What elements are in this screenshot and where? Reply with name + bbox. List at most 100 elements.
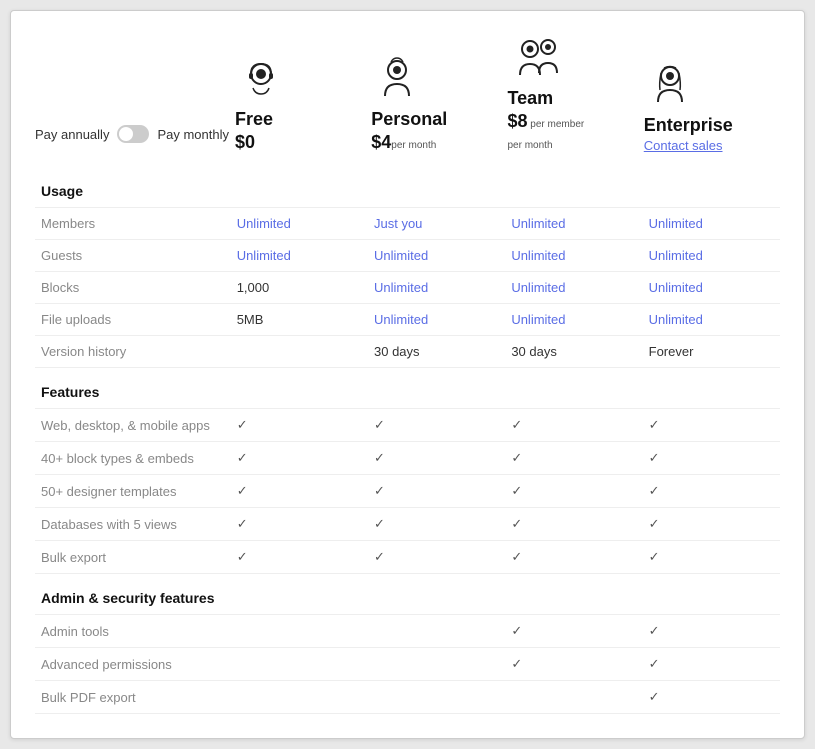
free-plan-price: $0 bbox=[235, 132, 255, 153]
row-label: Members bbox=[35, 208, 231, 240]
personal-plan-name: Personal bbox=[371, 109, 447, 130]
row-value-0: 5MB bbox=[231, 304, 368, 336]
row-value-3: ✓ bbox=[643, 648, 780, 681]
row-value-2 bbox=[505, 681, 642, 714]
row-label: 50+ designer templates bbox=[35, 475, 231, 508]
row-value-3: ✓ bbox=[643, 475, 780, 508]
row-value-1: Just you bbox=[368, 208, 505, 240]
row-value-3: ✓ bbox=[643, 615, 780, 648]
pay-monthly-label: Pay monthly bbox=[157, 127, 229, 142]
row-value-3: Unlimited bbox=[643, 272, 780, 304]
row-value-0: ✓ bbox=[231, 541, 368, 574]
row-value-1: ✓ bbox=[368, 541, 505, 574]
row-value-0: ✓ bbox=[231, 442, 368, 475]
row-value-3: Forever bbox=[643, 336, 780, 368]
free-plan-name: Free bbox=[235, 109, 273, 130]
row-value-1: Unlimited bbox=[368, 304, 505, 336]
table-row: MembersUnlimitedJust youUnlimitedUnlimit… bbox=[35, 208, 780, 240]
row-value-3: ✓ bbox=[643, 508, 780, 541]
section-header-features: Features bbox=[35, 368, 780, 409]
row-value-2: ✓ bbox=[505, 541, 642, 574]
row-label: Advanced permissions bbox=[35, 648, 231, 681]
row-value-1 bbox=[368, 615, 505, 648]
row-value-1: ✓ bbox=[368, 409, 505, 442]
row-value-0 bbox=[231, 681, 368, 714]
row-value-3: Unlimited bbox=[643, 240, 780, 272]
row-value-2: 30 days bbox=[505, 336, 642, 368]
row-value-0 bbox=[231, 336, 368, 368]
row-value-0: Unlimited bbox=[231, 208, 368, 240]
row-value-0: ✓ bbox=[231, 409, 368, 442]
enterprise-avatar bbox=[644, 58, 696, 115]
row-value-1 bbox=[368, 648, 505, 681]
row-value-0: 1,000 bbox=[231, 272, 368, 304]
free-avatar bbox=[235, 52, 287, 109]
row-value-3: ✓ bbox=[643, 442, 780, 475]
row-value-3: ✓ bbox=[643, 409, 780, 442]
row-value-0: Unlimited bbox=[231, 240, 368, 272]
table-row: Admin tools ✓✓ bbox=[35, 615, 780, 648]
pay-annually-label: Pay annually bbox=[35, 127, 109, 142]
row-value-2: ✓ bbox=[505, 442, 642, 475]
row-label: Bulk export bbox=[35, 541, 231, 574]
plan-header-row: Pay annually Pay monthly Free $0 bbox=[35, 31, 780, 159]
row-value-1: ✓ bbox=[368, 475, 505, 508]
personal-plan-price: $4per month bbox=[371, 132, 436, 153]
table-row: Bulk PDF export ✓ bbox=[35, 681, 780, 714]
row-value-1: ✓ bbox=[368, 508, 505, 541]
row-value-2: ✓ bbox=[505, 409, 642, 442]
row-label: Databases with 5 views bbox=[35, 508, 231, 541]
row-value-3: Unlimited bbox=[643, 208, 780, 240]
toggle-area: Pay annually Pay monthly bbox=[35, 125, 235, 159]
table-row: Blocks1,000UnlimitedUnlimitedUnlimited bbox=[35, 272, 780, 304]
row-value-3: Unlimited bbox=[643, 304, 780, 336]
row-label: Guests bbox=[35, 240, 231, 272]
row-value-1: Unlimited bbox=[368, 240, 505, 272]
billing-toggle-row: Pay annually Pay monthly bbox=[35, 125, 235, 143]
table-row: 40+ block types & embeds✓✓✓✓ bbox=[35, 442, 780, 475]
row-value-1: 30 days bbox=[368, 336, 505, 368]
row-value-2: Unlimited bbox=[505, 304, 642, 336]
plan-enterprise-header: Enterprise Contact sales bbox=[644, 58, 780, 159]
plan-free-header: Free $0 bbox=[235, 52, 371, 159]
enterprise-plan-name: Enterprise bbox=[644, 115, 733, 136]
row-value-2: Unlimited bbox=[505, 208, 642, 240]
enterprise-contact-sales[interactable]: Contact sales bbox=[644, 138, 723, 153]
row-value-1 bbox=[368, 681, 505, 714]
team-plan-name: Team bbox=[508, 88, 554, 109]
row-value-0: ✓ bbox=[231, 508, 368, 541]
personal-avatar bbox=[371, 52, 423, 109]
table-row: Web, desktop, & mobile apps✓✓✓✓ bbox=[35, 409, 780, 442]
plan-personal-header: Personal $4per month bbox=[371, 52, 507, 159]
row-value-3: ✓ bbox=[643, 541, 780, 574]
pricing-card: Pay annually Pay monthly Free $0 bbox=[10, 10, 805, 739]
team-plan-price: $8 per memberper month bbox=[508, 111, 585, 153]
billing-toggle[interactable] bbox=[117, 125, 149, 143]
table-row: Advanced permissions ✓✓ bbox=[35, 648, 780, 681]
row-label: Version history bbox=[35, 336, 231, 368]
row-value-2: ✓ bbox=[505, 648, 642, 681]
table-row: 50+ designer templates✓✓✓✓ bbox=[35, 475, 780, 508]
team-avatar bbox=[508, 31, 572, 88]
section-header-usage: Usage bbox=[35, 167, 780, 208]
table-row: Version history30 days30 daysForever bbox=[35, 336, 780, 368]
row-label: Admin tools bbox=[35, 615, 231, 648]
plan-team-header: Team $8 per memberper month bbox=[508, 31, 644, 159]
row-label: Web, desktop, & mobile apps bbox=[35, 409, 231, 442]
row-label: File uploads bbox=[35, 304, 231, 336]
row-label: 40+ block types & embeds bbox=[35, 442, 231, 475]
row-value-2: Unlimited bbox=[505, 272, 642, 304]
row-label: Bulk PDF export bbox=[35, 681, 231, 714]
row-value-3: ✓ bbox=[643, 681, 780, 714]
row-value-0: ✓ bbox=[231, 475, 368, 508]
row-value-2: ✓ bbox=[505, 475, 642, 508]
table-row: Databases with 5 views✓✓✓✓ bbox=[35, 508, 780, 541]
row-value-1: Unlimited bbox=[368, 272, 505, 304]
row-value-2: Unlimited bbox=[505, 240, 642, 272]
table-row: File uploads5MBUnlimitedUnlimitedUnlimit… bbox=[35, 304, 780, 336]
row-value-2: ✓ bbox=[505, 615, 642, 648]
row-value-0 bbox=[231, 615, 368, 648]
table-row: GuestsUnlimitedUnlimitedUnlimitedUnlimit… bbox=[35, 240, 780, 272]
row-label: Blocks bbox=[35, 272, 231, 304]
section-header-admin: Admin & security features bbox=[35, 574, 780, 615]
